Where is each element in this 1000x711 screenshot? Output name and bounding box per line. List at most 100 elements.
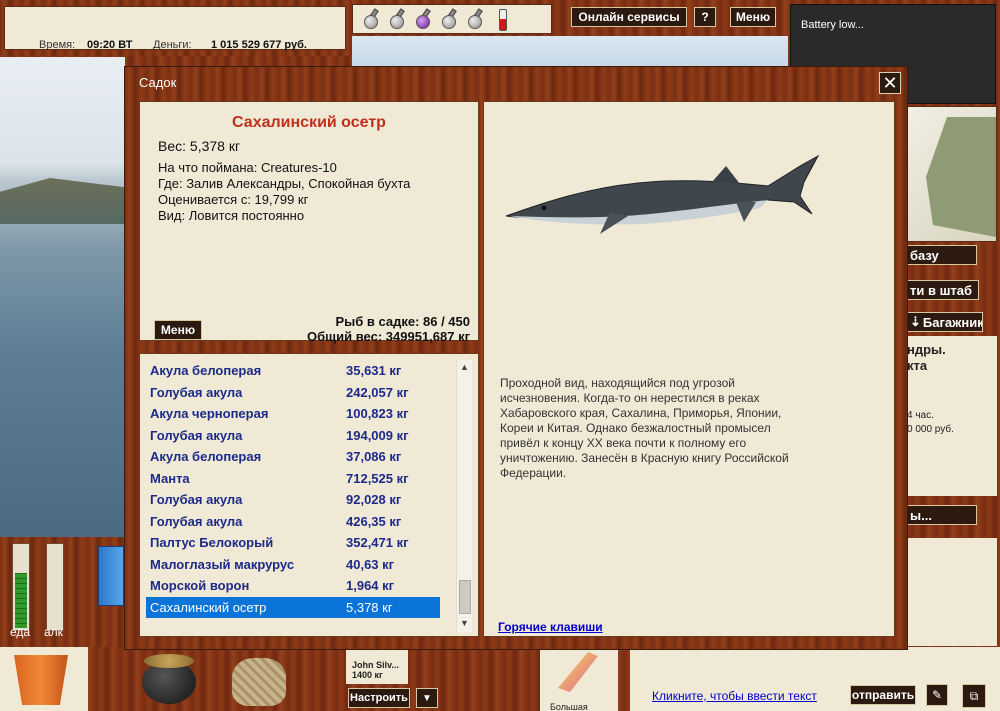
catch-fish-name: Акула белоперая xyxy=(150,449,262,464)
status-bar: Время: 09:20 ВТ Деньги: 1 015 529 677 ру… xyxy=(0,0,352,56)
configure-button[interactable]: Настроить xyxy=(348,688,410,708)
trunk-button[interactable]: ⇣ Багажник xyxy=(905,312,983,332)
catch-fish-weight: 5,378 кг xyxy=(346,599,393,615)
cauldron-icon[interactable] xyxy=(138,650,200,706)
fly-lure-icon xyxy=(558,652,598,692)
catch-list-item[interactable]: Голубая акула 194,009 кг xyxy=(146,425,440,446)
fish-menu-button[interactable]: Меню xyxy=(154,320,202,340)
time-label: Время: xyxy=(39,39,76,51)
fish-info-panel: Сахалинский осетр Вес: 5,378 кг На что п… xyxy=(139,101,479,344)
catch-list-item[interactable]: Акула белоперая 35,631 кг xyxy=(146,360,440,381)
fish-weight: Вес: 5,378 кг xyxy=(158,138,241,154)
sack-icon[interactable] xyxy=(226,652,294,708)
catch-list-item[interactable]: Голубая акула 426,35 кг xyxy=(146,511,440,532)
lure2-label: Большая xyxy=(550,702,588,711)
money-value: 1 015 529 677 руб. xyxy=(211,39,307,51)
location-subtitle: кта xyxy=(907,358,928,373)
catch-list-item[interactable]: Голубая акула 92,028 кг xyxy=(146,489,440,510)
sky-strip xyxy=(352,36,788,66)
pen-icon[interactable]: ✎ xyxy=(926,684,948,706)
lure-slot[interactable]: John Silv... 1400 кг xyxy=(346,648,408,684)
fish-valuation: Оценивается с: 19,799 кг xyxy=(158,192,309,207)
catch-fish-name: Голубая акула xyxy=(150,492,243,507)
map-thumbnail[interactable] xyxy=(905,106,997,242)
configure-dropdown-button[interactable]: ▼ xyxy=(416,688,438,708)
catch-fish-name: Малоглазый макрурус xyxy=(150,556,295,572)
fish-description-panel: Проходной вид, находящийся под угрозой и… xyxy=(483,101,895,637)
alcohol-meter xyxy=(46,543,64,631)
sidebar-lower-panel xyxy=(905,538,997,646)
catch-fish-weight: 37,086 кг xyxy=(346,449,402,464)
trunk-icon: ⇣ xyxy=(910,314,921,329)
potion-empty-icon[interactable] xyxy=(465,8,485,31)
location-info-line: 4 час. xyxy=(907,410,934,421)
lake-scenery xyxy=(0,57,125,537)
fish-count: Рыб в садке: 86 / 450 xyxy=(335,314,470,329)
cooler-box-icon[interactable] xyxy=(98,546,124,606)
time-value: 09:20 ВТ xyxy=(87,39,133,51)
online-services-button[interactable]: Онлайн сервисы xyxy=(571,7,687,27)
lure-slot-2[interactable]: Большая xyxy=(540,648,618,711)
money-label: Деньги: xyxy=(153,39,192,51)
catch-list-item[interactable]: Морской ворон 1,964 кг xyxy=(146,575,440,596)
catch-fish-weight: 100,823 кг xyxy=(346,406,409,421)
catch-list-item[interactable]: Акула черноперая 100,823 кг xyxy=(146,403,440,424)
catch-list-item[interactable]: Голубая акула 242,057 кг xyxy=(146,382,440,403)
list-scrollbar[interactable]: ▲ ▼ xyxy=(456,360,472,632)
close-button[interactable]: ✕ xyxy=(879,72,901,94)
location-title: ндры. xyxy=(907,342,946,357)
help-button[interactable]: ? xyxy=(694,7,716,27)
location-info-line: 0 000 руб. xyxy=(907,424,954,435)
catch-fish-name: Палтус Белокорый xyxy=(150,535,274,550)
potion-empty-icon[interactable] xyxy=(387,8,407,31)
keeper-totals: Рыб в садке: 86 / 450 Общий вес: 349951,… xyxy=(307,314,470,344)
food-label: еда xyxy=(10,625,31,639)
catch-fish-weight: 1,964 кг xyxy=(346,578,395,593)
potion-empty-icon[interactable] xyxy=(439,8,459,31)
catch-fish-name: Голубая акула xyxy=(150,427,243,443)
dialog-title: Садок xyxy=(139,75,177,90)
chat-input-prompt[interactable]: Кликните, чтобы ввести текст xyxy=(652,689,817,703)
more-button[interactable]: ы... xyxy=(905,505,977,525)
to-base-button[interactable]: базу xyxy=(905,245,977,265)
food-meter xyxy=(12,543,30,631)
close-icon: ✕ xyxy=(882,73,898,93)
lure-weight: 1400 кг xyxy=(352,670,383,680)
sturgeon-illustration xyxy=(505,154,820,234)
main-menu-button[interactable]: Меню xyxy=(730,7,776,27)
catch-list-item[interactable]: Акула белоперая 37,086 кг xyxy=(146,446,440,467)
catch-fish-name: Манта xyxy=(150,470,190,486)
potion-purple-icon[interactable] xyxy=(413,8,433,31)
catch-fish-name: Голубая акула xyxy=(150,384,243,400)
potion-red-icon[interactable] xyxy=(493,9,513,31)
scroll-down-icon[interactable]: ▼ xyxy=(460,618,469,628)
catch-list-item[interactable]: Малоглазый макрурус 40,63 кг xyxy=(146,554,440,575)
fish-bait: На что поймана: Creatures-10 xyxy=(158,160,337,175)
potion-empty-icon[interactable] xyxy=(361,8,381,31)
scroll-up-icon[interactable]: ▲ xyxy=(460,362,469,372)
catch-fish-weight: 426,35 кг xyxy=(346,513,402,529)
lure-name: John Silv... xyxy=(352,660,399,670)
catch-list-item[interactable]: Манта 712,525 кг xyxy=(146,468,440,489)
fish-kind: Вид: Ловится постоянно xyxy=(158,208,305,223)
status-panel: Время: 09:20 ВТ Деньги: 1 015 529 677 ру… xyxy=(4,6,346,51)
catch-fish-weight: 352,471 кг xyxy=(346,535,409,550)
potion-bar xyxy=(352,4,552,34)
alcohol-label: алк xyxy=(44,625,63,639)
catch-fish-name: Голубая акула xyxy=(150,513,243,529)
catch-list-item[interactable]: Сахалинский осетр 5,378 кг xyxy=(146,596,440,618)
hotkeys-link[interactable]: Горячие клавиши xyxy=(498,620,603,634)
catch-fish-weight: 35,631 кг xyxy=(346,363,402,378)
catch-fish-weight: 40,63 кг xyxy=(346,556,395,572)
location-info-panel: ндры. кта 4 час. 0 000 руб. xyxy=(905,336,997,496)
scrollbar-thumb[interactable] xyxy=(459,580,471,614)
catch-fish-name: Акула белоперая xyxy=(150,363,262,378)
send-button[interactable]: отправить xyxy=(850,685,916,705)
window-toggle-icon[interactable]: ⧉ xyxy=(962,684,986,708)
fish-location: Где: Залив Александры, Спокойная бухта xyxy=(158,176,411,191)
bucket-icon[interactable] xyxy=(0,647,88,711)
catch-list-item[interactable]: Палтус Белокорый 352,471 кг xyxy=(146,532,440,553)
catch-list: Акула белоперая 35,631 кг Голубая акула 242… xyxy=(139,353,479,637)
catch-fish-weight: 194,009 кг xyxy=(346,427,409,443)
to-hq-button[interactable]: ти в штаб xyxy=(905,280,979,300)
